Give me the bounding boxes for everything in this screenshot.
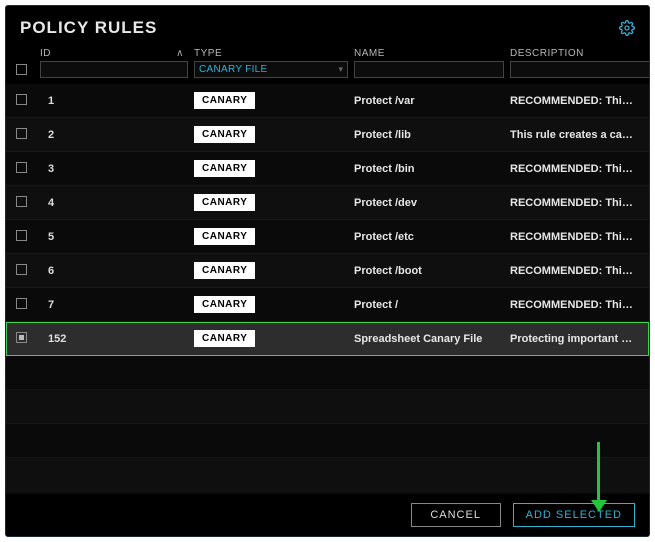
gear-icon[interactable] <box>619 20 635 36</box>
table-row[interactable]: 152 CANARY Spreadsheet Canary File Protecti… <box>6 322 649 356</box>
select-all-checkbox[interactable] <box>16 64 27 75</box>
empty-row <box>6 424 649 458</box>
canary-badge: CANARY <box>194 194 255 211</box>
row-checkbox[interactable] <box>16 162 27 173</box>
policy-rules-panel: POLICY RULES ID ∧ TYPE CANARY FILE ▾ <box>5 5 650 537</box>
empty-row <box>6 390 649 424</box>
row-description: RECOMMENDED: This rule cr… <box>510 265 635 277</box>
row-checkbox[interactable] <box>16 298 27 309</box>
row-name: Protect /bin <box>354 163 504 175</box>
row-description: RECOMMENDED: This rule cr… <box>510 163 635 175</box>
row-type: CANARY <box>194 194 348 211</box>
select-all-cell <box>16 52 34 78</box>
footer-actions: CANCEL ADD SELECTED <box>6 494 649 536</box>
row-checkbox[interactable] <box>16 196 27 207</box>
row-type: CANARY <box>194 92 348 109</box>
table-row[interactable]: 6 CANARY Protect /boot RECOMMENDED: This ru… <box>6 254 649 288</box>
desc-filter-input[interactable] <box>510 61 650 78</box>
column-filters: ID ∧ TYPE CANARY FILE ▾ NAME DESCRIPTION <box>6 44 649 84</box>
row-id: 2 <box>40 129 188 141</box>
row-description: RECOMMENDED: This rule cr… <box>510 231 635 243</box>
row-name: Protect /var <box>354 95 504 107</box>
row-description: RECOMMENDED: This rule cr… <box>510 197 635 209</box>
sort-asc-icon[interactable]: ∧ <box>176 48 184 59</box>
name-filter-input[interactable] <box>354 61 504 78</box>
type-filter-cell: TYPE CANARY FILE ▾ <box>194 48 348 78</box>
row-id: 1 <box>40 95 188 107</box>
row-description: This rule creates a canary fil… <box>510 129 635 141</box>
row-id: 3 <box>40 163 188 175</box>
row-id: 6 <box>40 265 188 277</box>
row-type: CANARY <box>194 228 348 245</box>
canary-badge: CANARY <box>194 262 255 279</box>
row-checkbox[interactable] <box>16 264 27 275</box>
canary-badge: CANARY <box>194 92 255 109</box>
row-id: 4 <box>40 197 188 209</box>
row-checkbox[interactable] <box>16 94 27 105</box>
type-filter-value: CANARY FILE <box>199 64 268 75</box>
table-row[interactable]: 1 CANARY Protect /var RECOMMENDED: This rul… <box>6 84 649 118</box>
row-id: 7 <box>40 299 188 311</box>
panel-header: POLICY RULES <box>6 6 649 44</box>
row-name: Protect / <box>354 299 504 311</box>
row-checkbox[interactable] <box>16 128 27 139</box>
row-description: RECOMMENDED: This rule cr… <box>510 95 635 107</box>
add-selected-button[interactable]: ADD SELECTED <box>513 503 635 527</box>
row-description: RECOMMENDED: This rule cr… <box>510 299 635 311</box>
row-description: Protecting important sprea… <box>510 333 635 345</box>
cancel-button[interactable]: CANCEL <box>411 503 501 527</box>
name-column-label: NAME <box>354 48 504 59</box>
row-name: Protect /boot <box>354 265 504 277</box>
row-id: 5 <box>40 231 188 243</box>
empty-row <box>6 458 649 492</box>
type-column-label: TYPE <box>194 48 348 59</box>
row-name: Protect /etc <box>354 231 504 243</box>
rules-table-body: 1 CANARY Protect /var RECOMMENDED: This rul… <box>6 84 649 356</box>
table-row[interactable]: 5 CANARY Protect /etc RECOMMENDED: This rul… <box>6 220 649 254</box>
row-name: Protect /dev <box>354 197 504 209</box>
row-type: CANARY <box>194 330 348 347</box>
row-checkbox[interactable] <box>16 332 27 343</box>
id-filter-cell: ID ∧ <box>40 48 188 78</box>
table-row[interactable]: 3 CANARY Protect /bin RECOMMENDED: This rul… <box>6 152 649 186</box>
type-filter-select[interactable]: CANARY FILE ▾ <box>194 61 348 78</box>
id-filter-input[interactable] <box>40 61 188 78</box>
row-type: CANARY <box>194 262 348 279</box>
canary-badge: CANARY <box>194 330 255 347</box>
row-type: CANARY <box>194 296 348 313</box>
table-row[interactable]: 4 CANARY Protect /dev RECOMMENDED: This rul… <box>6 186 649 220</box>
row-type: CANARY <box>194 126 348 143</box>
name-filter-cell: NAME <box>354 48 504 78</box>
row-id: 152 <box>40 333 188 345</box>
row-name: Protect /lib <box>354 129 504 141</box>
desc-column-label: DESCRIPTION <box>510 48 650 59</box>
row-type: CANARY <box>194 160 348 177</box>
chevron-down-icon: ▾ <box>338 64 343 75</box>
row-name: Spreadsheet Canary File <box>354 333 504 345</box>
page-title: POLICY RULES <box>20 18 157 38</box>
row-checkbox[interactable] <box>16 230 27 241</box>
empty-row <box>6 356 649 390</box>
desc-filter-cell: DESCRIPTION <box>510 48 650 78</box>
id-column-label: ID <box>40 48 51 59</box>
canary-badge: CANARY <box>194 160 255 177</box>
table-row[interactable]: 7 CANARY Protect / RECOMMENDED: This rule c… <box>6 288 649 322</box>
canary-badge: CANARY <box>194 296 255 313</box>
canary-badge: CANARY <box>194 126 255 143</box>
table-row[interactable]: 2 CANARY Protect /lib This rule creates a c… <box>6 118 649 152</box>
canary-badge: CANARY <box>194 228 255 245</box>
